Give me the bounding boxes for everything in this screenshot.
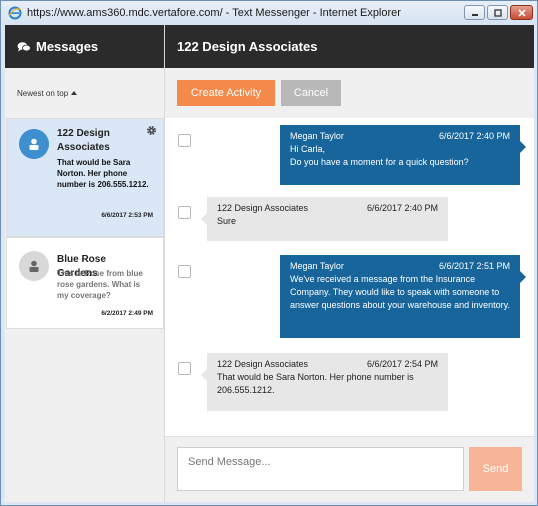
contact-avatar — [19, 251, 49, 281]
conversation-item-122-design-associates[interactable]: 122 Design Associates That would be Sara… — [6, 118, 164, 237]
message-sender: Megan Taylor — [290, 131, 344, 141]
send-button[interactable]: Send — [469, 447, 522, 491]
compose-bar: Send — [165, 436, 534, 502]
conversation-time: 6/6/2017 2:53 PM — [101, 212, 153, 219]
conversation-preview: This is Rose from blue rose gardens. Wha… — [57, 269, 143, 300]
internet-explorer-icon — [7, 5, 23, 21]
message-time: 6/6/2017 2:40 PM — [438, 131, 510, 141]
sort-label: Newest on top — [17, 88, 69, 98]
message-sender: 122 Design Associates — [217, 203, 309, 213]
conversation-panel: 122 Design Associates Create Activity Ca… — [165, 25, 534, 502]
message-text: Sure — [217, 216, 237, 226]
caret-up-icon — [71, 91, 78, 95]
create-activity-button[interactable]: Create Activity — [177, 80, 275, 106]
action-bar: Create Activity Cancel — [165, 68, 534, 118]
message-bubble-outgoing: Megan Taylor 6/6/2017 2:40 PM Hi Carla, … — [280, 125, 526, 185]
conversation-sidebar: Messages Newest on top 122 Design Associ… — [5, 25, 165, 502]
conversation-time: 6/2/2017 2:49 PM — [101, 310, 153, 317]
message-bubble-outgoing: Megan Taylor 6/6/2017 2:51 PM We've rece… — [280, 255, 526, 338]
message-checkbox[interactable] — [178, 206, 191, 219]
message-text: Hi Carla, Do you have a moment for a qui… — [290, 144, 469, 167]
sidebar-header: Messages — [5, 25, 164, 68]
title-bar: https://www.ams360.mdc.vertafore.com/ - … — [1, 1, 537, 25]
message-bubble-incoming: 122 Design Associates 6/6/2017 2:40 PM S… — [201, 197, 448, 241]
message-text: That would be Sara Norton. Her phone num… — [217, 372, 414, 395]
message-checkbox[interactable] — [178, 362, 191, 375]
chat-bubbles-icon — [17, 41, 31, 53]
message-sender: Megan Taylor — [290, 261, 344, 271]
message-input[interactable] — [177, 447, 464, 491]
messenger-app: Messages Newest on top 122 Design Associ… — [5, 25, 534, 502]
maximize-button[interactable] — [487, 5, 508, 20]
message-checkbox[interactable] — [178, 134, 191, 147]
window-title: https://www.ams360.mdc.vertafore.com/ - … — [27, 7, 401, 19]
message-thread: Megan Taylor 6/6/2017 2:40 PM Hi Carla, … — [165, 118, 534, 436]
conversation-item-blue-rose-gardens[interactable]: Blue Rose Gardens This is Rose from blue… — [6, 237, 164, 329]
sidebar-title: Messages — [36, 39, 99, 54]
browser-window: https://www.ams360.mdc.vertafore.com/ - … — [0, 0, 538, 506]
conversation-name: 122 Design Associates — [57, 128, 110, 153]
message-sender: 122 Design Associates — [217, 359, 309, 369]
close-button[interactable] — [510, 5, 533, 20]
gear-icon[interactable] — [146, 123, 157, 141]
message-time: 6/6/2017 2:40 PM — [366, 203, 438, 213]
minimize-button[interactable] — [464, 5, 485, 20]
message-checkbox[interactable] — [178, 265, 191, 278]
message-time: 6/6/2017 2:54 PM — [366, 359, 438, 369]
sort-toggle[interactable]: Newest on top — [5, 68, 164, 118]
conversation-preview: That would be Sara Norton. Her phone num… — [57, 158, 149, 189]
message-text: We've received a message from the Insura… — [290, 274, 510, 310]
conversation-title: 122 Design Associates — [165, 25, 534, 68]
contact-avatar — [19, 129, 49, 159]
cancel-button[interactable]: Cancel — [281, 80, 341, 106]
message-bubble-incoming: 122 Design Associates 6/6/2017 2:54 PM T… — [201, 353, 448, 411]
message-time: 6/6/2017 2:51 PM — [438, 261, 510, 271]
